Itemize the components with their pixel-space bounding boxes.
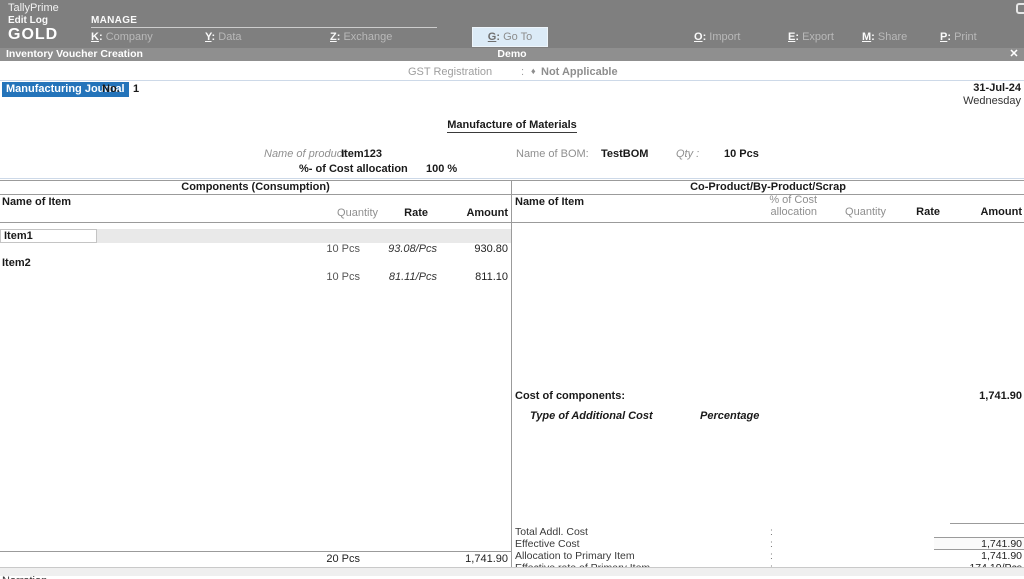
summary-colon: : <box>770 538 773 550</box>
menu-item-print[interactable]: P: Print <box>940 31 977 43</box>
summary-label: Total Addl. Cost <box>515 526 765 538</box>
item-amount: 930.80 <box>428 243 508 255</box>
components-col-item: Name of Item <box>2 196 71 208</box>
voucher-no-label: No. <box>102 83 120 95</box>
cost-allocation-label: %- of Cost allocation <box>299 163 408 175</box>
product-value[interactable]: Item123 <box>341 148 382 160</box>
components-total-quantity: 20 Pcs <box>280 553 360 565</box>
separator-line <box>0 178 1024 179</box>
menu-key: Z <box>330 31 337 43</box>
close-icon[interactable]: ✕ <box>1006 47 1022 61</box>
menu-item-data[interactable]: Y: Data <box>205 31 242 43</box>
summary-label: Allocation to Primary Item <box>515 550 765 562</box>
voucher-day: Wednesday <box>963 95 1021 107</box>
table-title-rule <box>0 194 1024 195</box>
components-col-rate: Rate <box>383 207 428 219</box>
product-label: Name of product: <box>264 148 348 160</box>
menu-key: O <box>694 31 703 43</box>
menu-item-import[interactable]: O: Import <box>694 31 740 43</box>
coproduct-col-rate: Rate <box>895 206 940 218</box>
menu-item-company[interactable]: K: Company <box>91 31 153 43</box>
summary-value: 1,741.90 <box>932 550 1022 562</box>
bom-label: Name of BOM: <box>516 148 589 160</box>
cost-of-components-value: 1,741.90 <box>942 390 1022 402</box>
narration-label[interactable]: Narration <box>2 575 122 579</box>
gst-colon: : <box>521 66 524 78</box>
coproduct-col-amount: Amount <box>947 206 1022 218</box>
panel-divider <box>511 180 512 567</box>
coproduct-col-item: Name of Item <box>515 196 584 208</box>
menu-item-go-to[interactable]: G: Go To <box>472 27 548 47</box>
company-name: Demo <box>0 48 1024 61</box>
menu-key: K <box>91 31 99 43</box>
components-col-quantity: Quantity <box>298 207 378 219</box>
screen-title: Inventory Voucher Creation <box>6 48 143 61</box>
coproduct-panel-title: Co-Product/By-Product/Scrap <box>512 181 1024 193</box>
qty-label: Qty : <box>676 148 699 160</box>
components-total-amount: 1,741.90 <box>428 553 508 565</box>
menu-item-export[interactable]: E: Export <box>788 31 834 43</box>
qty-value[interactable]: 10 Pcs <box>724 148 759 160</box>
clipped-icon <box>1016 3 1024 14</box>
inventory-voucher-creation-screen: TallyPrime Edit Log GOLD MANAGE K: Compa… <box>0 0 1024 579</box>
item-name-field[interactable]: Item1 <box>0 229 97 243</box>
summary-colon: : <box>770 526 773 538</box>
edit-log-label[interactable]: Edit Log <box>8 15 48 26</box>
coproduct-col-quantity: Quantity <box>826 206 886 218</box>
addl-cost-blank-rule <box>950 523 1024 524</box>
bom-value[interactable]: TestBOM <box>601 148 648 160</box>
section-heading-wrap: Manufacture of Materials <box>0 119 1024 133</box>
coproduct-col-allocation: allocation <box>757 206 817 218</box>
app-title: TallyPrime <box>8 2 59 14</box>
diamond-icon: ♦ <box>531 66 536 76</box>
components-total-rule <box>0 551 511 552</box>
manage-label: MANAGE <box>91 15 137 26</box>
cost-allocation-value[interactable]: 100 % <box>426 163 457 175</box>
summary-value: 1,741.90 <box>932 538 1022 550</box>
gst-registration-label: GST Registration <box>408 66 492 78</box>
section-heading: Manufacture of Materials <box>447 119 577 133</box>
gst-registration-value[interactable]: Not Applicable <box>541 66 618 78</box>
summary-colon: : <box>770 550 773 562</box>
menu-key: M <box>862 31 871 43</box>
components-panel-title: Components (Consumption) <box>0 181 511 193</box>
edition-badge: GOLD <box>8 26 58 44</box>
item-amount: 811.10 <box>428 271 508 283</box>
item-name-field[interactable]: Item2 <box>2 257 31 269</box>
menu-item-share[interactable]: M: Share <box>862 31 907 43</box>
voucher-date[interactable]: 31-Jul-24 <box>973 82 1021 94</box>
additional-cost-type-label: Type of Additional Cost <box>530 410 653 422</box>
item-quantity[interactable]: 10 Pcs <box>280 271 360 283</box>
additional-cost-type-value[interactable]: Percentage <box>700 410 759 422</box>
table-header-rule <box>0 222 1024 223</box>
components-col-amount: Amount <box>428 207 508 219</box>
footer-band <box>0 567 1024 576</box>
item-quantity[interactable]: 10 Pcs <box>280 243 360 255</box>
menu-item-exchange[interactable]: Z: Exchange <box>330 31 392 43</box>
voucher-no-value[interactable]: 1 <box>133 83 139 95</box>
manage-underline <box>91 27 437 28</box>
separator-line <box>0 80 1024 81</box>
cost-of-components-label: Cost of components: <box>515 390 625 402</box>
summary-label: Effective Cost <box>515 538 765 550</box>
coproduct-col-allocation: % of Cost <box>757 194 817 206</box>
